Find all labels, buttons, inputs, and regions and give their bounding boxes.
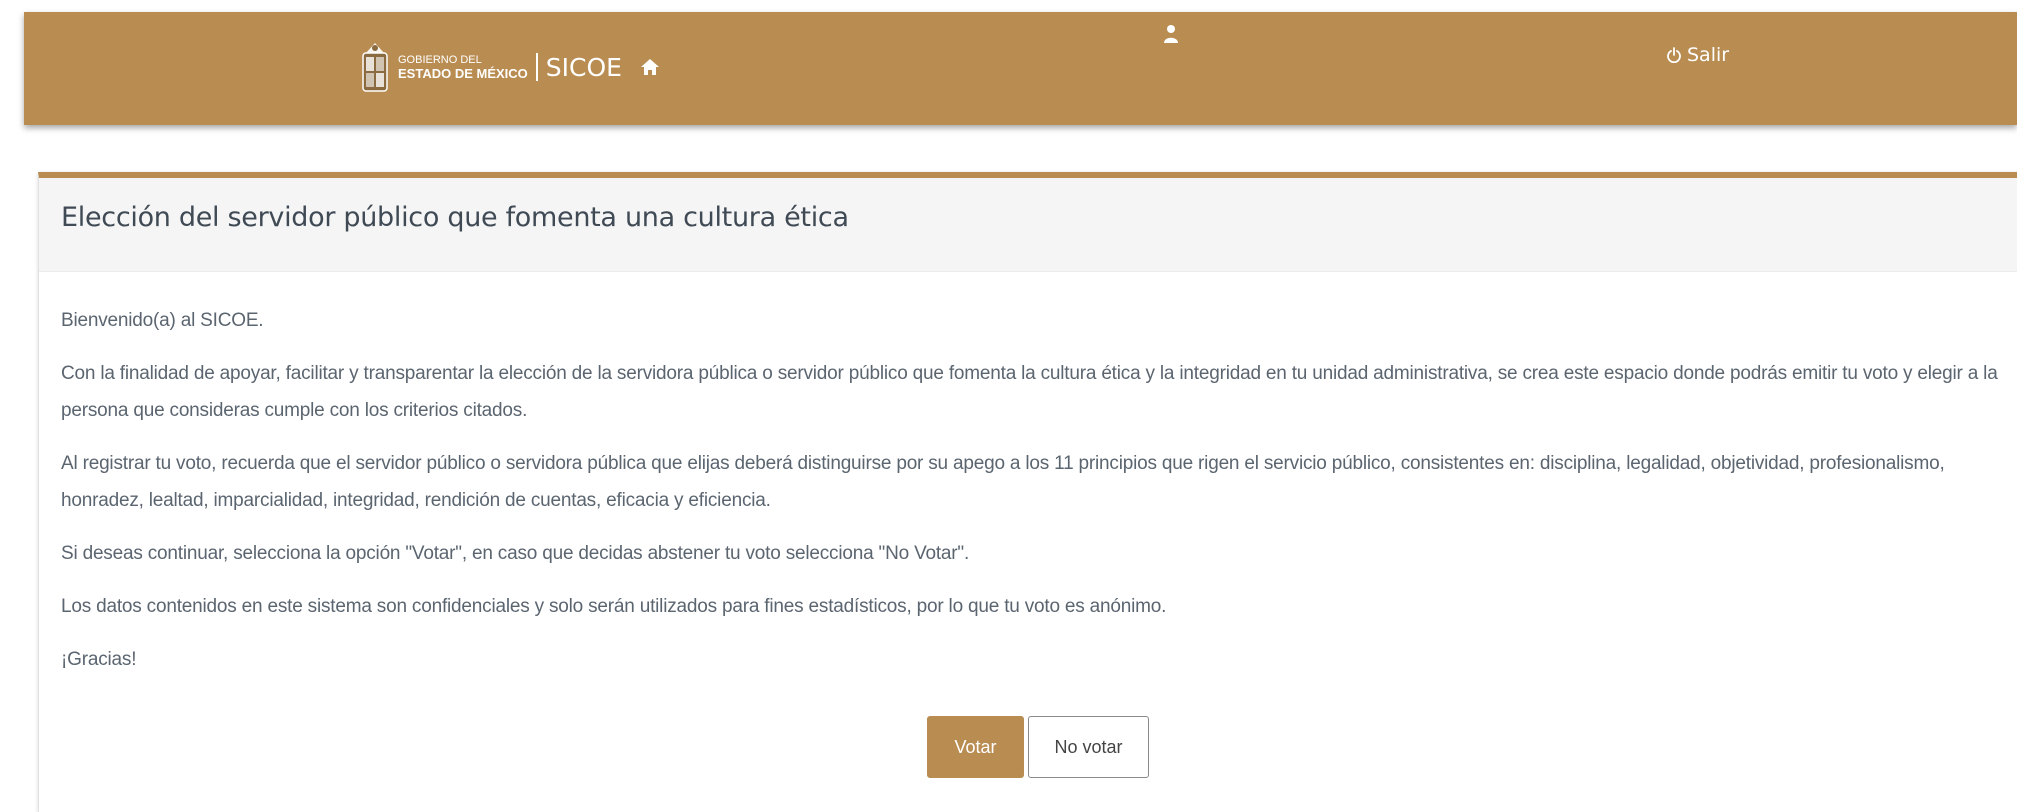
- user-icon[interactable]: [1163, 24, 1179, 44]
- purpose-text: Con la finalidad de apoyar, facilitar y …: [61, 363, 1998, 421]
- logout-link[interactable]: Salir: [1667, 44, 1729, 66]
- instructions-text: Si deseas continuar, selecciona la opció…: [61, 543, 970, 564]
- vote-button[interactable]: Votar: [927, 716, 1024, 778]
- vote-actions: Votar No votar: [927, 716, 1149, 778]
- state-seal-logo: [362, 43, 388, 92]
- brand[interactable]: GOBIERNO DEL ESTADO DE MÉXICO SICOE: [360, 40, 660, 94]
- app-name: SICOE: [545, 52, 622, 82]
- home-icon[interactable]: [640, 57, 660, 77]
- privacy-text: Los datos contenidos en este sistema son…: [61, 596, 1167, 617]
- no-vote-button[interactable]: No votar: [1028, 716, 1149, 778]
- power-icon: [1667, 47, 1681, 63]
- logout-label: Salir: [1687, 44, 1730, 66]
- government-line-2: ESTADO DE MÉXICO: [398, 65, 528, 81]
- page-title: Elección del servidor público que foment…: [61, 201, 849, 233]
- brand-divider: [535, 53, 538, 81]
- panel-body: Bienvenido(a) al SICOE. Con la finalidad…: [39, 272, 2017, 678]
- panel-header: Elección del servidor público que foment…: [39, 178, 2017, 272]
- welcome-text: Bienvenido(a) al SICOE.: [61, 310, 264, 331]
- top-navbar: GOBIERNO DEL ESTADO DE MÉXICO SICOE Sali…: [24, 12, 2017, 125]
- election-panel: Elección del servidor público que foment…: [38, 172, 2017, 812]
- principles-text: Al registrar tu voto, recuerda que el se…: [61, 453, 1945, 511]
- government-line-1: GOBIERNO DEL: [398, 53, 482, 66]
- thanks-text: ¡Gracias!: [61, 649, 137, 670]
- government-name: GOBIERNO DEL ESTADO DE MÉXICO: [398, 53, 528, 81]
